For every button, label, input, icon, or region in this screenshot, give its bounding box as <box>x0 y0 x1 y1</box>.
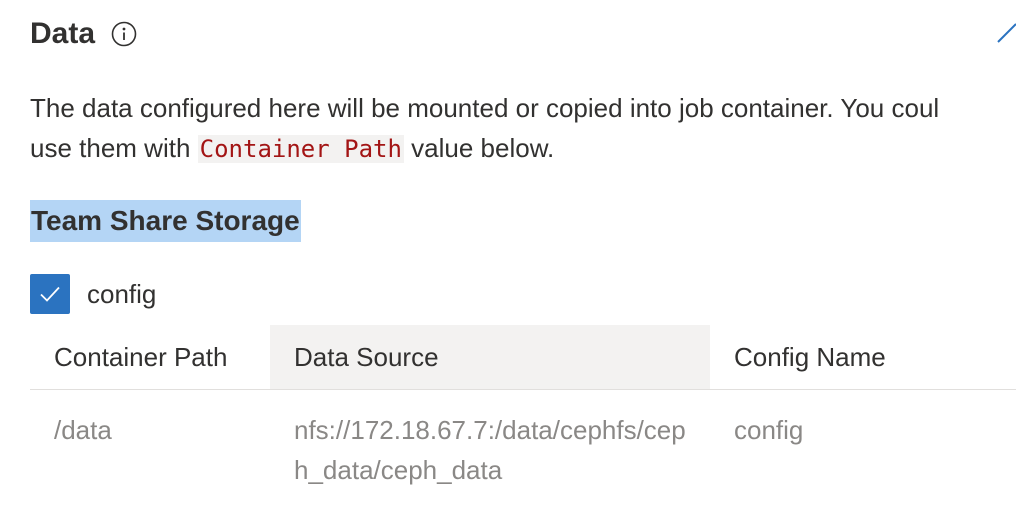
table-row[interactable]: /data nfs://172.18.67.7:/data/cephfs/cep… <box>30 390 1016 490</box>
checkmark-icon <box>40 286 60 302</box>
cell-data-source: nfs://172.18.67.7:/data/cephfs/ceph_data… <box>294 415 686 485</box>
description-line-2: use them with Container Path value below… <box>30 128 1016 169</box>
cell-container-path: /data <box>54 415 112 445</box>
data-panel: Data The data configured here will be mo… <box>0 0 1016 524</box>
pencil-icon[interactable] <box>996 20 1016 46</box>
info-icon[interactable] <box>111 21 137 47</box>
config-checkbox-label: config <box>87 278 157 309</box>
description-line-1: The data configured here will be mounted… <box>30 93 940 123</box>
column-header-config-name[interactable]: Config Name <box>710 325 1016 389</box>
cell-config-name: config <box>734 415 804 445</box>
description-line-2-after: value below. <box>403 133 555 163</box>
container-path-code: Container Path <box>197 135 404 163</box>
config-table: Container Path Data Source Config Name /… <box>30 325 1016 490</box>
team-share-storage-title: Team Share Storage <box>30 200 301 242</box>
column-header-container-path[interactable]: Container Path <box>30 325 270 389</box>
table-header: Container Path Data Source Config Name <box>30 325 1016 390</box>
description-line-2-before: use them with <box>30 133 198 163</box>
column-header-data-source[interactable]: Data Source <box>270 325 710 389</box>
section-title: Data <box>30 17 96 50</box>
config-checkbox[interactable] <box>30 274 70 314</box>
config-checkbox-row[interactable]: config <box>30 274 156 314</box>
section-header: Data <box>30 14 137 54</box>
description-text: The data configured here will be mounted… <box>30 88 1016 169</box>
